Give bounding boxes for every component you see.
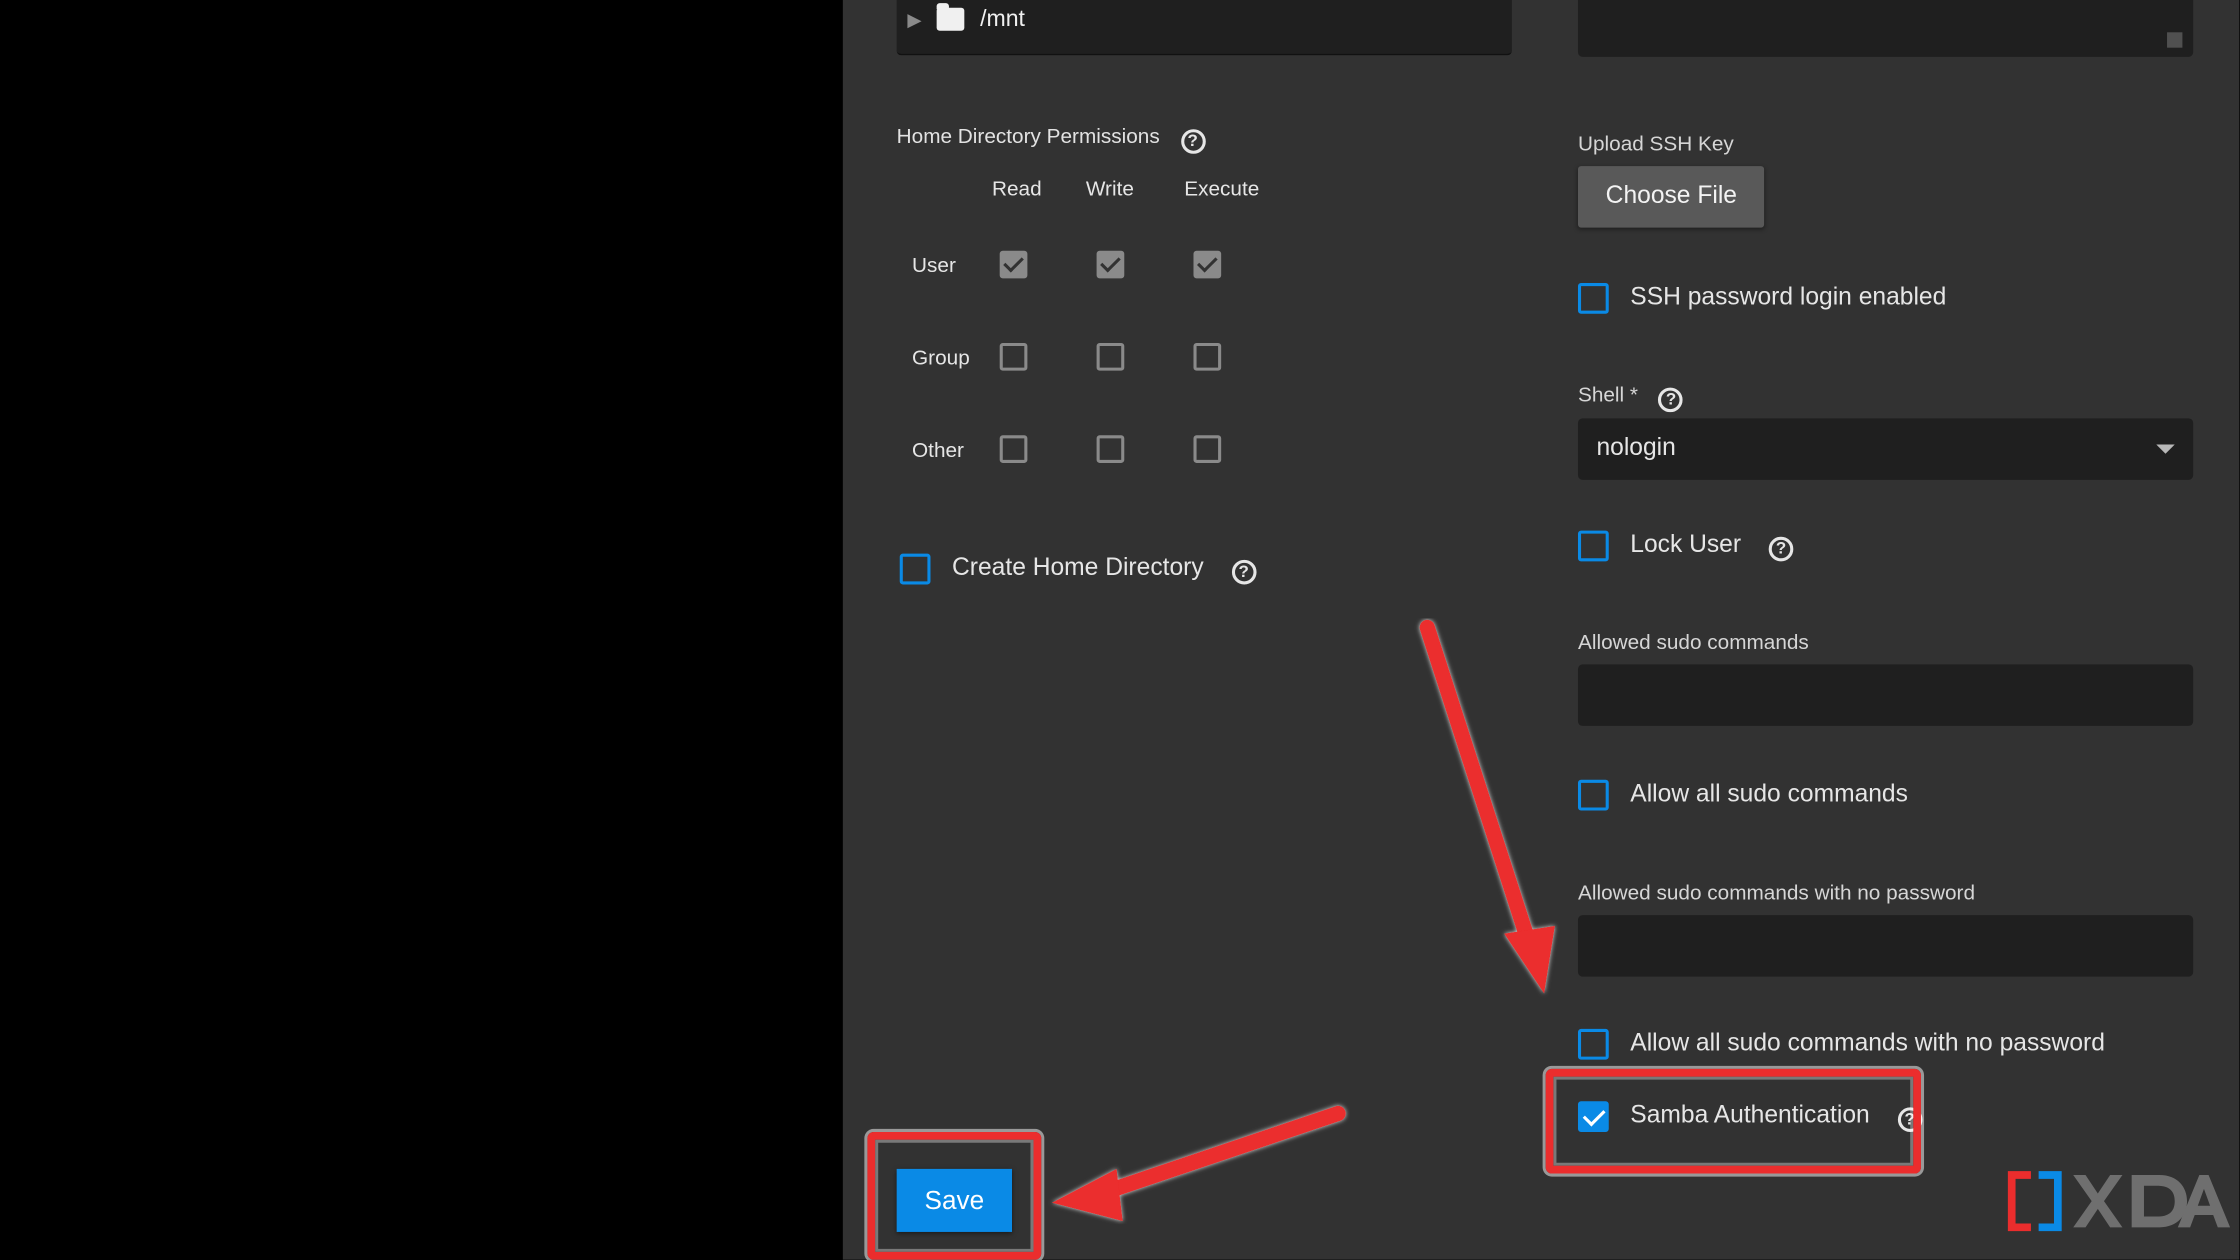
shell-select[interactable]: nologin: [1578, 418, 2193, 480]
perm-group-execute[interactable]: [1193, 343, 1221, 371]
folder-icon: [937, 8, 965, 31]
allowed-sudo-nopw-label: Allowed sudo commands with no password: [1578, 881, 1975, 904]
lock-user-label: Lock User: [1630, 532, 1741, 560]
perm-user-read[interactable]: [1000, 251, 1028, 279]
create-home-label: Create Home Directory: [952, 555, 1204, 583]
shell-value: nologin: [1596, 435, 1675, 463]
allow-all-sudo-label: Allow all sudo commands: [1630, 781, 1908, 809]
create-home-checkbox[interactable]: [900, 554, 931, 585]
allowed-sudo-label: Allowed sudo commands: [1578, 631, 1809, 654]
tree-item-mnt[interactable]: /mnt: [980, 6, 1025, 32]
allow-all-sudo-nopw-checkbox[interactable]: [1578, 1029, 1609, 1060]
perm-group-read[interactable]: [1000, 343, 1028, 371]
help-icon[interactable]: ?: [1659, 388, 1684, 413]
tree-expand-icon[interactable]: ▶: [907, 10, 921, 28]
chevron-down-icon: [2156, 444, 2174, 453]
perm-user-write[interactable]: [1097, 251, 1125, 279]
perm-other-read[interactable]: [1000, 435, 1028, 463]
lock-user-checkbox[interactable]: [1578, 531, 1609, 562]
allow-all-sudo-nopw-label: Allow all sudo commands with no password: [1630, 1030, 2105, 1058]
help-icon[interactable]: ?: [1769, 537, 1794, 562]
allowed-sudo-nopw-input[interactable]: [1578, 915, 2193, 977]
shell-label: Shell *: [1578, 383, 1638, 406]
perm-row-other: Other: [912, 438, 964, 461]
perm-other-write[interactable]: [1097, 435, 1125, 463]
perm-other-execute[interactable]: [1193, 435, 1221, 463]
allowed-sudo-input[interactable]: [1578, 664, 2193, 726]
choose-file-button[interactable]: Choose File: [1578, 166, 1765, 228]
annotation-arrow-samba: [1397, 618, 1582, 1021]
perm-header-execute: Execute: [1184, 177, 1259, 200]
home-dir-perm-label: Home Directory Permissions: [897, 125, 1160, 148]
samba-auth-checkbox[interactable]: [1578, 1101, 1609, 1132]
home-dir-tree[interactable]: ▶ /mnt: [897, 0, 1512, 55]
annotation-arrow-save: [1043, 1101, 1351, 1224]
upload-ssh-label: Upload SSH Key: [1578, 132, 1734, 155]
save-button[interactable]: Save: [897, 1169, 1012, 1232]
ssh-key-textarea[interactable]: [1578, 0, 2193, 57]
perm-row-group: Group: [912, 346, 970, 369]
samba-auth-label: Samba Authentication: [1630, 1103, 1869, 1131]
help-icon[interactable]: ?: [1231, 560, 1256, 585]
help-icon[interactable]: ?: [1180, 129, 1205, 154]
xda-logo: [2006, 1169, 2234, 1234]
perm-header-write: Write: [1086, 177, 1134, 200]
user-settings-panel: ▶ /mnt Home Directory Permissions ? Read…: [843, 0, 2240, 1260]
ssh-pw-login-label: SSH password login enabled: [1630, 285, 1946, 313]
perm-header-read: Read: [992, 177, 1042, 200]
perm-group-write[interactable]: [1097, 343, 1125, 371]
help-icon[interactable]: ?: [1897, 1107, 1922, 1132]
allow-all-sudo-checkbox[interactable]: [1578, 780, 1609, 811]
ssh-pw-login-checkbox[interactable]: [1578, 283, 1609, 314]
left-sidebar-blank: [0, 0, 843, 1260]
perm-user-execute[interactable]: [1193, 251, 1221, 279]
perm-row-user: User: [912, 254, 956, 277]
